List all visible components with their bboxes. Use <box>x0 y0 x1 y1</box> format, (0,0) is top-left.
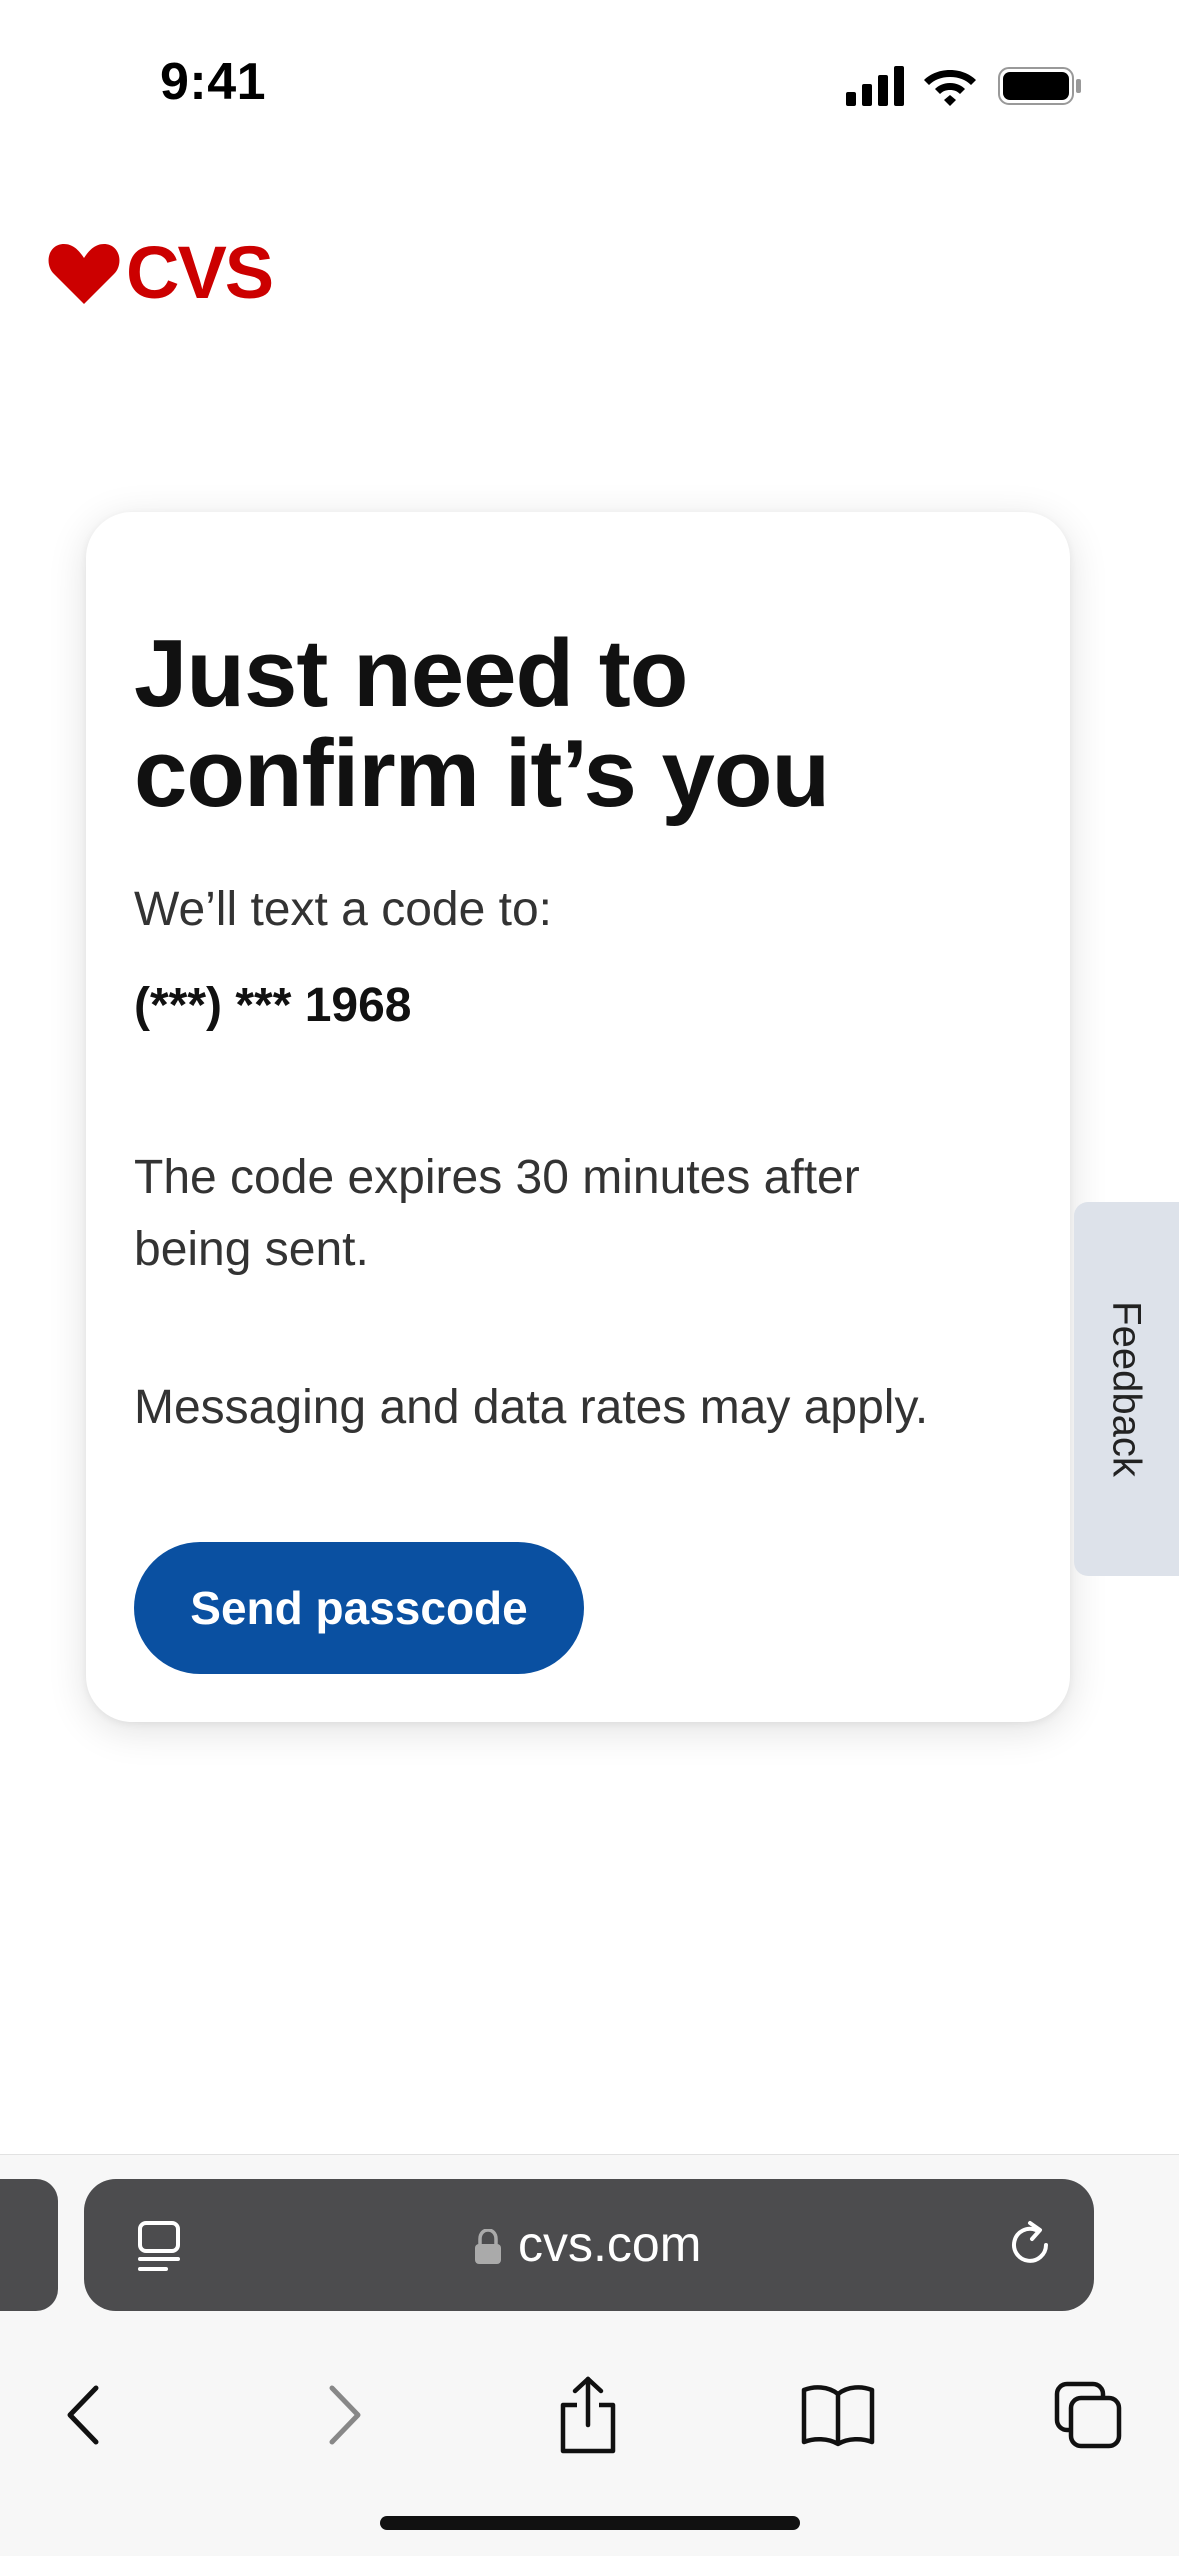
home-indicator <box>380 2516 800 2530</box>
send-passcode-button[interactable]: Send passcode <box>134 1542 584 1674</box>
bookmarks-icon <box>801 2385 875 2447</box>
title-line-1: Just need to <box>134 620 688 727</box>
url-text[interactable]: cvs.com <box>518 2215 701 2273</box>
subtitle-text: We’ll text a code to: <box>134 883 552 936</box>
battery-icon <box>998 67 1081 105</box>
lock-icon <box>475 2229 501 2264</box>
logo-wordmark: CVS <box>126 236 272 308</box>
tabs-icon <box>1054 2381 1122 2449</box>
reload-icon[interactable] <box>1002 2217 1058 2273</box>
address-bar[interactable]: cvs.com <box>84 2179 1094 2311</box>
share-icon <box>560 2376 616 2454</box>
browser-toolbar <box>0 2345 1179 2495</box>
expiry-text: The code expires 30 minutes after being … <box>134 1151 860 1276</box>
reader-icon[interactable] <box>134 2219 184 2273</box>
previous-tab-handle[interactable] <box>0 2179 58 2311</box>
feedback-tab[interactable]: Feedback <box>1074 1202 1179 1576</box>
bookmarks-button[interactable] <box>798 2375 878 2455</box>
wifi-icon <box>924 70 976 106</box>
signal-icon <box>846 66 904 106</box>
cvs-logo[interactable]: CVS <box>46 236 296 308</box>
status-bar: 9:41 <box>0 0 1179 170</box>
forward-icon <box>329 2385 361 2445</box>
share-button[interactable] <box>548 2375 628 2455</box>
phone-number: (***) *** 1968 <box>134 979 412 1032</box>
status-time: 9:41 <box>160 53 267 111</box>
forward-button[interactable] <box>302 2375 382 2455</box>
feedback-label: Feedback <box>1104 1301 1149 1477</box>
title-line-2: confirm it’s you <box>134 720 830 827</box>
back-button[interactable] <box>46 2375 126 2455</box>
tabs-button[interactable] <box>1048 2375 1128 2455</box>
back-icon <box>67 2385 99 2445</box>
rates-text: Messaging and data rates may apply. <box>134 1381 929 1434</box>
page-title: Just need to confirm it’s you <box>134 624 994 824</box>
browser-chrome: cvs.com <box>0 2154 1179 2556</box>
heart-icon <box>48 244 120 304</box>
verification-card: Just need to confirm it’s you We’ll text… <box>86 512 1070 1722</box>
